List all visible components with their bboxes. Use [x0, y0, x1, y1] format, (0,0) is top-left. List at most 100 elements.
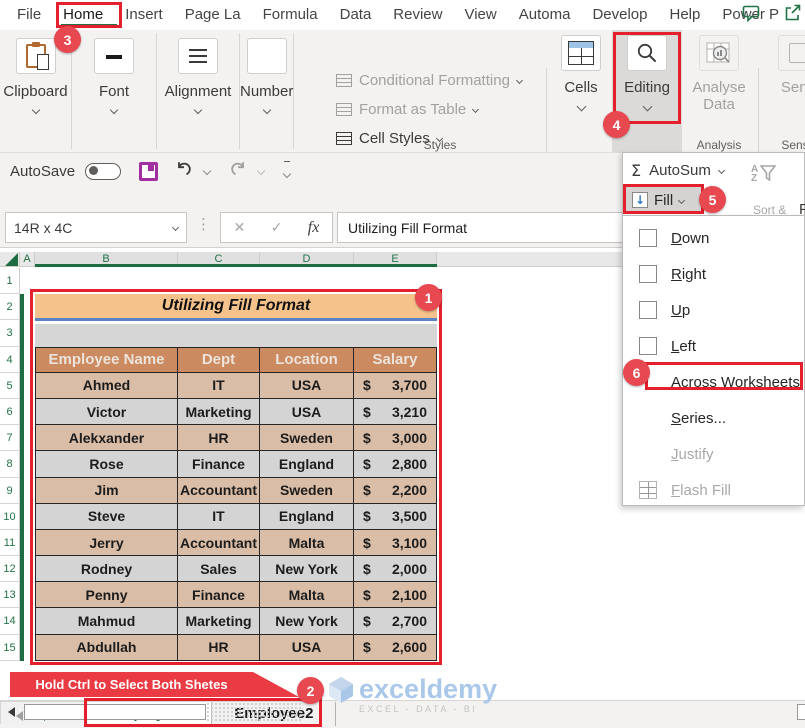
ribbon-group-button[interactable]: Font	[72, 33, 157, 149]
sheet-nav-left-icon[interactable]	[16, 711, 23, 721]
enter-icon[interactable]: ✓	[271, 220, 283, 236]
name-box[interactable]: 14R x 4C	[5, 212, 187, 243]
row-header[interactable]: 14	[0, 608, 20, 635]
undo-icon	[178, 161, 191, 175]
chevron-down-icon[interactable]	[717, 166, 725, 175]
formula-bar-input[interactable]: Utilizing Fill Format	[337, 212, 629, 243]
row-header[interactable]: 11	[0, 529, 20, 557]
annotation-box-fill	[623, 184, 704, 214]
select-all-corner[interactable]	[0, 252, 20, 267]
collapsed-groups: Clipboard Font Alignment Number	[0, 33, 295, 149]
menu-item-icon	[639, 265, 657, 283]
chevron-down-icon	[472, 105, 480, 114]
save-icon[interactable]	[139, 161, 159, 181]
row-header[interactable]: 5	[0, 372, 20, 399]
ribbon-tab[interactable]: File	[6, 0, 52, 30]
selected-rows-indicator	[20, 294, 24, 661]
chevron-down-icon	[515, 76, 523, 85]
style-grid-icon	[336, 103, 352, 116]
watermark: exceldemy EXCEL - DATA - BI	[328, 676, 497, 714]
redo-icon	[231, 161, 244, 175]
analysis-group-label: Analysis	[696, 138, 742, 152]
excel-window: File Home Insert Page La Formula Data Re…	[0, 0, 805, 728]
step-badge-4: 4	[603, 111, 630, 138]
name-box-dropdown-icon[interactable]	[171, 223, 180, 232]
styles-group-label: Styles	[423, 138, 457, 152]
styles-group-button[interactable]: Conditional Formatting	[336, 66, 544, 95]
share-icon[interactable]	[783, 3, 803, 28]
fill-menu-item[interactable]: Up	[623, 292, 804, 328]
group-icon	[189, 48, 207, 64]
row-header[interactable]: 8	[0, 451, 20, 478]
row-header[interactable]: 13	[0, 582, 20, 609]
menu-item-icon	[639, 481, 657, 499]
row-header[interactable]: 4	[0, 346, 20, 373]
fill-menu-item[interactable]: Flash Fill	[623, 472, 804, 508]
chevron-down-icon	[31, 105, 40, 115]
analyse-data-button[interactable]: Analyse Data	[688, 35, 750, 113]
chevron-down-icon	[193, 105, 203, 115]
ribbon-tab[interactable]: Review	[382, 0, 453, 30]
undo-chevron-icon[interactable]	[202, 166, 212, 176]
ribbon-tab[interactable]: Formula	[252, 0, 329, 30]
funnel-icon	[760, 165, 777, 182]
column-header[interactable]: A	[20, 252, 35, 266]
undo-button[interactable]	[174, 159, 194, 184]
insert-function-icon[interactable]: fx	[308, 219, 320, 237]
step-badge-3: 3	[54, 26, 81, 53]
ribbon-group-button[interactable]: Number	[240, 33, 295, 149]
customize-qat-icon[interactable]	[282, 160, 292, 182]
ribbon-tab[interactable]: Develop	[581, 0, 658, 30]
ribbon-tab[interactable]: View	[453, 0, 507, 30]
ribbon-tab[interactable]: Data	[329, 0, 383, 30]
row-header[interactable]: 10	[0, 503, 20, 530]
row-header[interactable]: 7	[0, 425, 20, 452]
group-label: Clipboard	[3, 83, 68, 100]
row-header[interactable]: 12	[0, 556, 20, 583]
fill-menu-item[interactable]: Left	[623, 328, 804, 364]
annotation-box-editing	[613, 32, 681, 124]
row-header[interactable]: 1	[0, 268, 20, 295]
menu-item-icon	[639, 229, 657, 247]
row-header[interactable]: 6	[0, 398, 20, 426]
row-header[interactable]: 2	[0, 294, 20, 321]
menu-item-icon	[639, 301, 657, 319]
step-badge-6: 6	[623, 359, 650, 386]
fill-menu-item[interactable]: Right	[623, 256, 804, 292]
ribbon-tab[interactable]: Help	[658, 0, 711, 30]
group-label: Number	[240, 83, 294, 100]
sort-filter-button[interactable]: AZ	[751, 165, 777, 184]
sensitivity-icon	[789, 43, 805, 63]
ribbon-tab[interactable]: Automa	[508, 0, 582, 30]
cells-icon	[568, 41, 594, 65]
step-badge-5: 5	[699, 186, 726, 213]
ribbon-tab[interactable]: Insert	[114, 0, 174, 30]
row-header[interactable]: 9	[0, 477, 20, 504]
row-header[interactable]: 3	[0, 320, 20, 347]
annotation-box-across-worksheets	[645, 362, 803, 390]
redo-button[interactable]	[228, 159, 248, 184]
ribbon-tab[interactable]: Page La	[174, 0, 252, 30]
autosave-toggle[interactable]	[85, 162, 122, 180]
row-header[interactable]: 15	[0, 634, 20, 661]
fill-menu-item[interactable]: Series...	[623, 400, 804, 436]
redo-chevron-icon[interactable]	[256, 166, 266, 176]
comment-icon[interactable]	[741, 3, 761, 28]
cells-group-button[interactable]: Cells	[552, 35, 610, 112]
sensitivity-button[interactable]: Sens	[768, 35, 805, 96]
annotation-box-sheet-tabs	[84, 698, 322, 727]
fill-menu-item[interactable]: Justify	[623, 436, 804, 472]
styles-group-button[interactable]: Format as Table	[336, 95, 544, 124]
autosum-button[interactable]: Σ AutoSum	[631, 161, 725, 180]
formula-bar-drag-dots[interactable]: ⋮	[196, 215, 211, 233]
menu-item-icon	[639, 337, 657, 355]
callout-banner: Hold Ctrl to Select Both Shetes	[10, 672, 253, 697]
scroll-left-icon[interactable]	[8, 707, 15, 717]
step-badge-2: 2	[297, 677, 324, 704]
scroll-right-button[interactable]	[797, 704, 805, 720]
cancel-icon[interactable]: ✕	[234, 220, 246, 236]
group-icon	[25, 42, 49, 70]
fill-menu-item[interactable]: Down	[623, 220, 804, 256]
chevron-down-icon	[109, 105, 119, 115]
ribbon-group-button[interactable]: Alignment	[157, 33, 240, 149]
